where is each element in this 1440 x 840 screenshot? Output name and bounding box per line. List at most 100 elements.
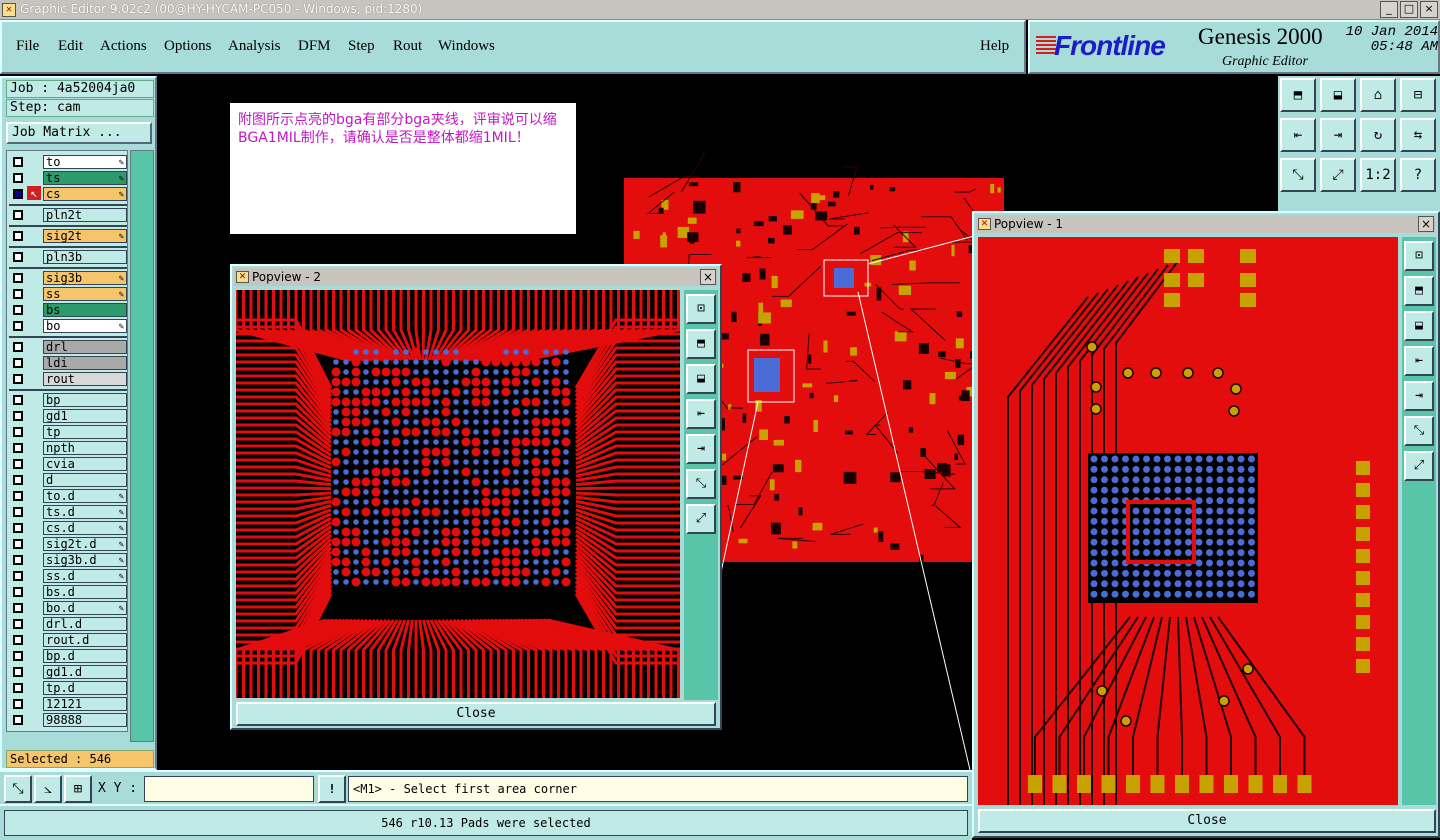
layer-name[interactable]: ldi (43, 356, 127, 370)
menu-windows[interactable]: Windows (438, 38, 495, 55)
layer-name[interactable]: bs (43, 303, 127, 317)
view-tool-button[interactable]: ⇤ (1280, 118, 1316, 152)
popview-tool-button[interactable]: ⬓ (686, 364, 716, 394)
view-tool-button[interactable]: ⊟ (1400, 78, 1436, 112)
layer-checkbox[interactable] (13, 523, 23, 533)
popview-tool-button[interactable]: ⬒ (686, 329, 716, 359)
popview-2-canvas[interactable] (236, 290, 680, 698)
popview-tool-button[interactable]: ⤢ (686, 504, 716, 534)
layer-checkbox[interactable] (13, 507, 23, 517)
menu-dfm[interactable]: DFM (298, 38, 331, 55)
layer-checkbox[interactable] (13, 374, 23, 384)
layer-name[interactable]: ss.d ✎ (43, 569, 127, 583)
layer-row-ts.d[interactable]: ts.d ✎ (9, 505, 127, 519)
popview-2-close-button[interactable]: Close (236, 702, 716, 726)
layer-row-12121[interactable]: 12121 (9, 697, 127, 711)
snap-mode-button[interactable]: ⤡ (4, 775, 32, 803)
popview-1-close-icon[interactable]: × (1418, 216, 1434, 232)
layer-row-bs.d[interactable]: bs.d (9, 585, 127, 599)
layer-name[interactable]: drl (43, 340, 127, 354)
layer-name[interactable]: gd1.d (43, 665, 127, 679)
layer-checkbox[interactable] (13, 273, 23, 283)
layer-name[interactable]: sig3b.d ✎ (43, 553, 127, 567)
layer-checkbox[interactable] (13, 683, 23, 693)
layer-row-cvia[interactable]: cvia (9, 457, 127, 471)
layer-checkbox[interactable] (13, 289, 23, 299)
layer-row-gd1[interactable]: gd1 (9, 409, 127, 423)
layer-row-bp[interactable]: bp (9, 393, 127, 407)
measure-mode-button[interactable]: ⦣ (34, 775, 62, 803)
layer-name[interactable]: bp (43, 393, 127, 407)
layer-checkbox[interactable] (13, 651, 23, 661)
view-tool-button[interactable]: ⤢ (1320, 158, 1356, 192)
layer-name[interactable]: pln3b (43, 250, 127, 264)
layer-checkbox[interactable] (13, 342, 23, 352)
layer-row-gd1.d[interactable]: gd1.d (9, 665, 127, 679)
popview-1-canvas[interactable] (978, 237, 1398, 805)
view-tool-button[interactable]: ⇥ (1320, 118, 1356, 152)
view-tool-button[interactable]: ↻ (1360, 118, 1396, 152)
layer-name[interactable]: bs.d (43, 585, 127, 599)
popview-tool-button[interactable]: ⬓ (1404, 311, 1434, 341)
layer-row-rout.d[interactable]: rout.d (9, 633, 127, 647)
view-tool-button[interactable]: ⬒ (1280, 78, 1316, 112)
layer-name[interactable]: ts.d ✎ (43, 505, 127, 519)
view-tool-button[interactable]: ⌂ (1360, 78, 1396, 112)
layer-checkbox[interactable] (13, 555, 23, 565)
layer-row-sig3b[interactable]: sig3b ✎ (9, 271, 127, 285)
layer-name[interactable]: sig3b ✎ (43, 271, 127, 285)
menu-actions[interactable]: Actions (100, 38, 147, 55)
execute-button[interactable]: ! (318, 775, 346, 803)
layer-row-ts[interactable]: ts ✎ (9, 171, 127, 185)
menu-file[interactable]: File (16, 38, 39, 55)
layer-checkbox[interactable] (13, 210, 23, 220)
layer-name[interactable]: tp.d (43, 681, 127, 695)
view-tool-button[interactable]: ⇆ (1400, 118, 1436, 152)
popview-tool-button[interactable]: ⊡ (686, 294, 716, 324)
layer-name[interactable]: to.d ✎ (43, 489, 127, 503)
popview-tool-button[interactable]: ⤡ (1404, 416, 1434, 446)
layer-checkbox[interactable] (13, 475, 23, 485)
popview-tool-button[interactable]: ⇥ (686, 434, 716, 464)
layer-name[interactable]: bo ✎ (43, 319, 127, 333)
layer-row-98888[interactable]: 98888 (9, 713, 127, 727)
layer-name[interactable]: cs ✎ (43, 187, 127, 201)
layer-name[interactable]: bo.d ✎ (43, 601, 127, 615)
layer-checkbox[interactable] (13, 305, 23, 315)
layer-row-drl[interactable]: drl (9, 340, 127, 354)
menu-rout[interactable]: Rout (393, 38, 422, 55)
popview-tool-button[interactable]: ⇤ (1404, 346, 1434, 376)
layer-row-d[interactable]: d (9, 473, 127, 487)
layer-checkbox[interactable] (13, 539, 23, 549)
layer-name[interactable]: cs.d ✎ (43, 521, 127, 535)
layer-checkbox[interactable] (13, 619, 23, 629)
layer-row-pln3b[interactable]: pln3b (9, 250, 127, 264)
layer-row-cs[interactable]: ↖ cs ✎ (9, 186, 127, 201)
layer-row-npth[interactable]: npth (9, 441, 127, 455)
view-tool-button[interactable]: ⤡ (1280, 158, 1316, 192)
layer-checkbox[interactable] (13, 252, 23, 262)
layer-name[interactable]: cvia (43, 457, 127, 471)
layer-checkbox[interactable] (13, 491, 23, 501)
layer-checkbox[interactable] (13, 715, 23, 725)
layer-name[interactable]: 12121 (43, 697, 127, 711)
layer-checkbox[interactable] (13, 635, 23, 645)
layer-checkbox[interactable] (13, 189, 23, 199)
layer-name[interactable]: gd1 (43, 409, 127, 423)
layer-row-to[interactable]: to ✎ (9, 155, 127, 169)
layer-row-tp.d[interactable]: tp.d (9, 681, 127, 695)
menu-edit[interactable]: Edit (58, 38, 83, 55)
layer-row-ss.d[interactable]: ss.d ✎ (9, 569, 127, 583)
popview-tool-button[interactable]: ⇥ (1404, 381, 1434, 411)
layer-row-bs[interactable]: bs (9, 303, 127, 317)
xy-input[interactable] (144, 776, 314, 802)
layer-row-tp[interactable]: tp (9, 425, 127, 439)
layer-row-ss[interactable]: ss ✎ (9, 287, 127, 301)
layer-row-drl.d[interactable]: drl.d (9, 617, 127, 631)
popview-tool-button[interactable]: ⤢ (1404, 451, 1434, 481)
layer-row-bo[interactable]: bo ✎ (9, 319, 127, 333)
menu-options[interactable]: Options (164, 38, 212, 55)
layer-name[interactable]: ss ✎ (43, 287, 127, 301)
layer-checkbox[interactable] (13, 667, 23, 677)
layer-checkbox[interactable] (13, 443, 23, 453)
